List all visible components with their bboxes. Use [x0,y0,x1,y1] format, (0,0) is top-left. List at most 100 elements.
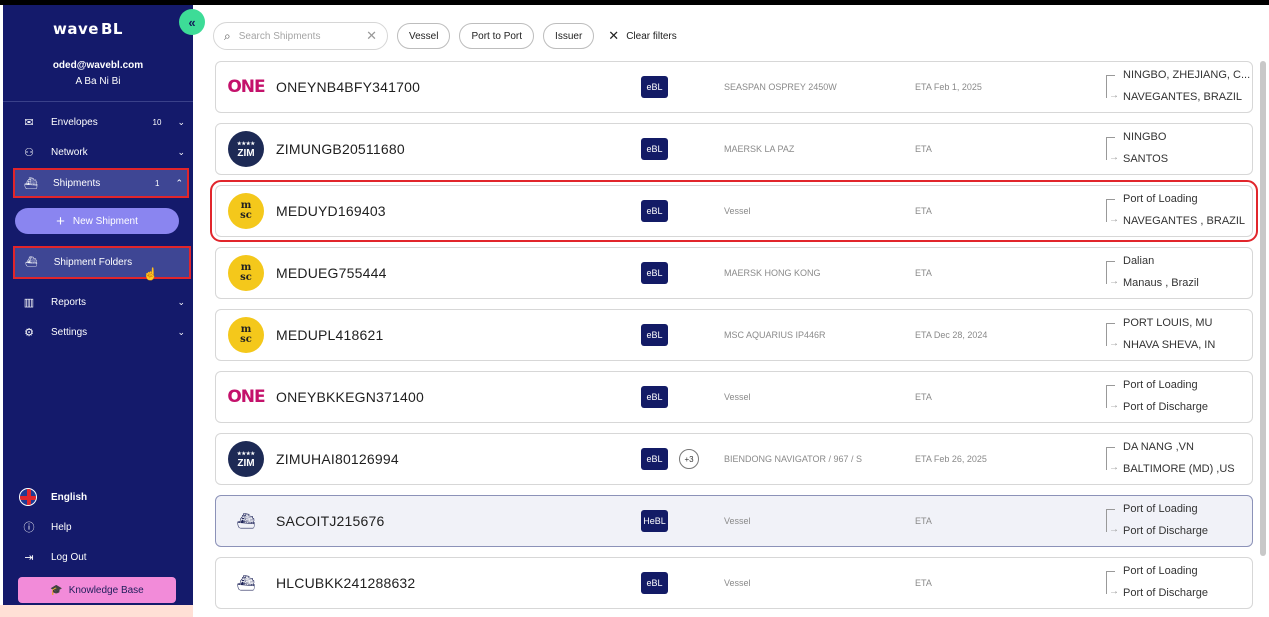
carrier-logo: ★★★★ ZIM [218,441,274,477]
sidebar-item-shipment-folders[interactable]: ⛴ Shipment Folders [13,246,191,279]
logout-icon: ⇥ [24,551,34,564]
clear-filters-label: Clear filters [626,30,677,42]
clear-search-icon[interactable]: ✕ [366,28,377,44]
zim-carrier-logo: ★★★★ ZIM [228,441,264,477]
port-route: → Port of Loading Port of Discharge [1106,496,1254,546]
divider [3,101,193,102]
logout-label: Log Out [51,551,87,563]
port-route: → Dalian Manaus , Brazil [1106,248,1254,298]
shipment-reference: MEDUEG755444 [276,265,387,281]
port-route: → PORT LOUIS, MU NHAVA SHEVA, IN [1106,310,1254,360]
shipment-row[interactable]: ⛴ HLCUBKK241288632 eBL Vessel ETA → Port of Lo… [215,557,1253,609]
search-icon: ⌕ [224,28,231,43]
port-of-discharge: Port of Discharge [1123,525,1208,537]
shipment-row[interactable]: ONE ONEYNB4BFY341700 eBL SEASPAN OSPREY 245… [215,61,1253,113]
port-of-discharge: NAVEGANTES , BRAZIL [1123,215,1246,227]
sidebar-item-reports[interactable]: ▥ Reports ⌄ [13,289,189,315]
sidebar-item-network[interactable]: ⚇ Network ⌄ [13,139,189,165]
chevron-down-icon: ⌄ [177,116,185,127]
sidebar-item-settings[interactable]: ⚙ Settings ⌄ [13,319,189,345]
shipment-reference: ZIMUNGB20511680 [276,141,405,157]
language-selector[interactable]: English [13,484,189,510]
new-shipment-label: New Shipment [72,215,138,227]
shipment-reference: ONEYNB4BFY341700 [276,79,421,95]
logout-link[interactable]: ⇥ Log Out [13,544,189,570]
sidebar-item-envelopes[interactable]: ✉ Envelopes 10 ⌄ [13,109,189,135]
shipment-row[interactable]: m sc MEDUPL418621 eBL MSC AQUARIUS IP446R ETA… [215,309,1253,361]
sidebar-item-label: Settings [51,326,88,338]
shipment-row[interactable]: ONE ONEYBKKEGN371400 eBL Vessel ETA → Port of … [215,371,1253,423]
one-carrier-logo: ONE [227,77,265,97]
msc-carrier-logo: m sc [228,317,264,353]
filter-chip-port-to-port[interactable]: Port to Port [459,23,535,49]
double-chevron-left-icon: « [188,14,196,30]
plus-icon: + [56,212,65,230]
user-info: oded@wavebl.com A Ba Ni Bi [3,58,193,90]
port-of-loading: PORT LOUIS, MU [1123,317,1213,329]
sidebar-item-label: Envelopes [51,116,98,128]
port-of-discharge: SANTOS [1123,153,1169,165]
search-input[interactable]: ⌕ Search Shipments ✕ [213,22,388,50]
route-arrow-icon: → [1109,400,1119,411]
carrier-logo: ⛴ [218,512,274,530]
clear-filters-button[interactable]: ✕ Clear filters [608,28,676,44]
route-arrow-icon: → [1109,90,1119,101]
vessel-name: MAERSK LA PAZ [724,144,795,154]
carrier-logo: ONE [218,387,274,407]
carrier-logo: ONE [218,77,274,97]
knowledge-base-button[interactable]: 🎓 Knowledge Base [18,577,176,603]
carrier-logo: ★★★★ ZIM [218,131,274,167]
sidebar-item-shipments[interactable]: ⛴ Shipments 1 ⌃ [13,168,189,198]
shipment-row[interactable]: m sc MEDUYD169403 eBL Vessel ETA → Port of Load… [210,180,1258,242]
route-arrow-icon: → [1109,524,1119,535]
info-icon: ⓘ [23,522,35,534]
port-of-loading: Dalian [1123,255,1155,267]
sidebar-item-label: Reports [51,296,87,308]
bl-type-badge: eBL [641,138,668,160]
shipment-row[interactable]: ★★★★ ZIM ZIMUNGB20511680 eBL MAERSK LA PAZ ET… [215,123,1253,175]
wavebl-logo[interactable]: wave BL [51,15,123,40]
sidebar-item-label: Network [51,146,88,158]
shipment-reference: MEDUYD169403 [276,203,386,219]
filter-chip-issuer[interactable]: Issuer [543,23,595,49]
port-of-loading: Port of Loading [1123,379,1198,391]
sidebar-item-label: Shipment Folders [53,257,133,268]
more-badge[interactable]: +3 [679,449,699,469]
eta-label: ETA [915,206,932,216]
collapse-sidebar-button[interactable]: « [179,9,205,35]
port-route: → NINGBO SANTOS [1106,124,1254,174]
port-route: → DA NANG ,VN BALTIMORE (MD) ,US [1106,434,1254,484]
port-of-loading: Port of Loading [1123,193,1198,205]
bl-type-badge: HeBL [641,510,668,532]
shipment-row[interactable]: ⛴ SACOITJ215676 HeBL Vessel ETA → Port of Load… [215,495,1253,547]
shipment-row[interactable]: ★★★★ ZIM ZIMUHAI80126994 eBL +3 BIENDONG NAVI… [215,433,1253,485]
network-icon: ⚇ [24,146,34,159]
bl-type-badge: eBL [641,76,668,98]
chevron-down-icon: ⌄ [177,326,185,337]
port-of-discharge: Port of Discharge [1123,401,1208,413]
filter-chip-vessel[interactable]: Vessel [397,23,451,49]
port-of-discharge: BALTIMORE (MD) ,US [1123,463,1235,475]
eta-label: ETA [915,268,932,278]
eta-label: ETA Dec 28, 2024 [915,330,988,340]
user-name: A Ba Ni Bi [75,76,121,87]
vessel-name: Vessel [724,206,751,216]
eta-label: ETA [915,144,932,154]
port-of-loading: Port of Loading [1123,503,1198,515]
new-shipment-button[interactable]: + New Shipment [15,208,179,234]
user-email: oded@wavebl.com [52,60,144,71]
bl-type-badge: eBL [641,324,668,346]
shipment-reference: HLCUBKK241288632 [276,575,416,591]
eta-label: ETA Feb 26, 2025 [915,454,987,464]
help-link[interactable]: ⓘ Help [13,514,189,540]
shipment-row[interactable]: m sc MEDUEG755444 eBL MAERSK HONG KONG ETA → Da… [215,247,1253,299]
shipment-reference: SACOITJ215676 [276,513,385,529]
route-arrow-icon: → [1109,338,1119,349]
eta-label: ETA Feb 1, 2025 [915,82,982,92]
port-of-loading: NINGBO, ZHEJIANG, C... [1123,69,1251,81]
port-of-discharge: NAVEGANTES, BRAZIL [1123,91,1242,103]
route-arrow-icon: → [1109,276,1119,287]
shipment-reference: ZIMUHAI80126994 [276,451,399,467]
scrollbar[interactable] [1260,61,1266,556]
route-arrow-icon: → [1109,586,1119,597]
